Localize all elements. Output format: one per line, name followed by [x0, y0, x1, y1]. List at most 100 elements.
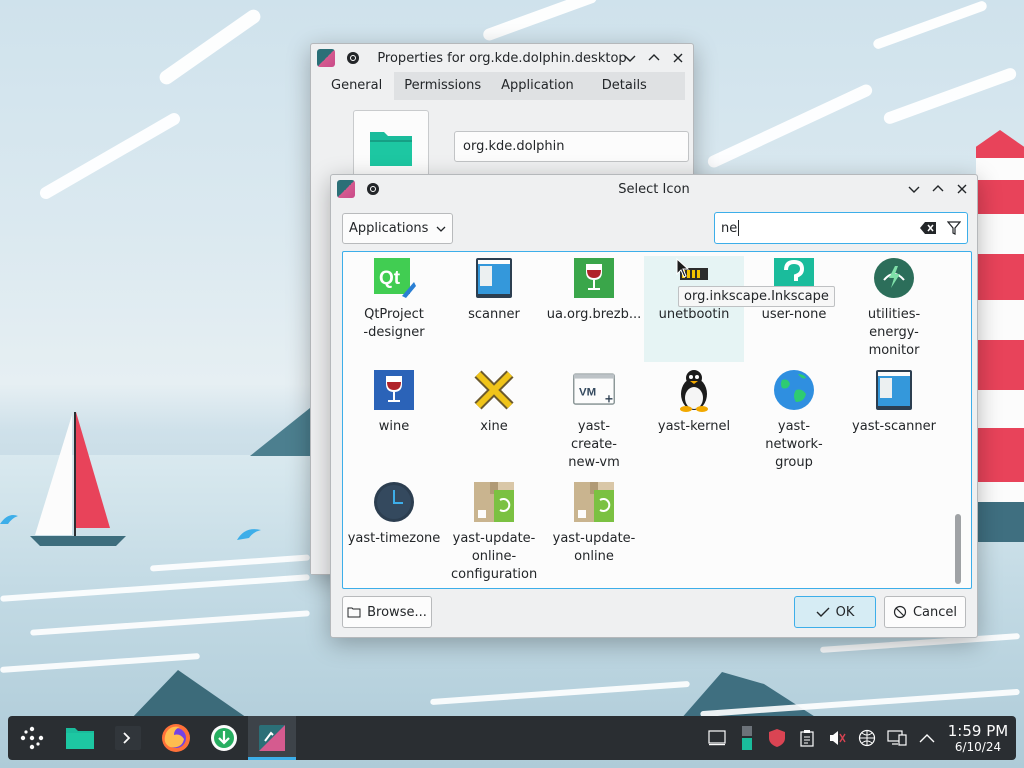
- desktop-file-app-icon: [317, 49, 335, 67]
- chevron-down-icon: [908, 186, 920, 193]
- minimize-button[interactable]: [621, 49, 639, 67]
- icon-item[interactable]: yast-kernel: [644, 368, 744, 436]
- icon-label: scanner: [468, 307, 520, 322]
- dolphin-illustration: [0, 515, 18, 524]
- icon-item[interactable]: yast-update-online: [544, 480, 644, 566]
- icon-item[interactable]: unetbootin: [644, 256, 744, 362]
- display-icon: [887, 730, 907, 746]
- icon-item[interactable]: xine: [444, 368, 544, 436]
- pager-button[interactable]: [736, 726, 758, 750]
- volume-muted-icon: [830, 731, 846, 745]
- clipboard-icon: [800, 730, 814, 747]
- icon-grid[interactable]: Qt QtProject-designer scanner ua.org.bre…: [342, 251, 972, 589]
- clear-text-icon[interactable]: [919, 221, 937, 235]
- globe-icon: [774, 370, 814, 410]
- firefox-icon: [162, 724, 190, 752]
- icon-search-input[interactable]: ne: [714, 212, 968, 244]
- digital-clock[interactable]: 1:59 PM 6/10/24: [946, 721, 1010, 754]
- tray-expander-button[interactable]: [916, 727, 938, 749]
- mouse-cursor-icon: [676, 258, 690, 278]
- show-desktop-button[interactable]: [706, 727, 728, 749]
- icon-label: yast-network-group: [765, 419, 823, 470]
- desktop-file-app-icon: [337, 180, 355, 198]
- xine-icon: [474, 370, 514, 410]
- wine-glass-green-icon: [574, 258, 614, 298]
- virtual-desktop-icon: [742, 726, 752, 750]
- network-tray-button[interactable]: [856, 727, 878, 749]
- checkmark-icon: [816, 607, 830, 617]
- close-icon: [673, 53, 683, 63]
- icon-item[interactable]: utilities-energy-monitor: [844, 256, 944, 360]
- taskbar-dolphin[interactable]: [56, 716, 104, 760]
- icon-label: wine: [378, 419, 410, 434]
- display-tray-button[interactable]: [886, 727, 908, 749]
- tab-general[interactable]: General: [319, 72, 395, 100]
- chevron-up-icon: [932, 185, 944, 192]
- download-icon: [211, 725, 237, 751]
- icon-item[interactable]: scanner: [444, 256, 544, 324]
- close-button[interactable]: [669, 49, 687, 67]
- folder-open-icon: [347, 607, 361, 618]
- security-tray-button[interactable]: [766, 727, 788, 749]
- pin-icon[interactable]: [347, 52, 359, 64]
- icon-label: unetbootin: [658, 307, 730, 322]
- ok-button[interactable]: OK: [794, 596, 876, 628]
- browse-button[interactable]: Browse...: [342, 596, 432, 628]
- chevron-up-icon: [919, 734, 935, 743]
- search-text: ne: [721, 220, 738, 236]
- tab-application[interactable]: Application: [491, 72, 584, 100]
- text-caret: [738, 220, 740, 236]
- folder-icon: [66, 728, 94, 749]
- tab-details[interactable]: Details: [584, 72, 665, 100]
- sailboat-illustration: [30, 412, 126, 546]
- taskbar-konsole[interactable]: [104, 716, 152, 760]
- properties-titlebar[interactable]: Properties for org.kde.dolphin.desktop: [311, 44, 693, 72]
- select-icon-dialog: Select Icon Applications ne Qt QtProject…: [330, 174, 978, 638]
- icon-item[interactable]: ua.org.brezb...: [544, 256, 644, 324]
- tab-permissions[interactable]: Permissions: [394, 72, 491, 100]
- lighthouse-illustration: [976, 130, 1024, 560]
- vm-create-icon: VM: [573, 373, 615, 405]
- pin-icon[interactable]: [367, 183, 379, 195]
- taskbar-firefox[interactable]: [152, 716, 200, 760]
- icon-label: yast-create-new-vm: [568, 419, 620, 470]
- browse-label: Browse...: [367, 604, 427, 620]
- network-globe-icon: [858, 729, 876, 747]
- package-update-icon: [574, 482, 614, 522]
- package-update-icon: [474, 482, 514, 522]
- scrollbar-handle[interactable]: [955, 514, 961, 584]
- desktop-icon: [708, 730, 726, 746]
- volume-tray-button[interactable]: [826, 727, 848, 749]
- maximize-button[interactable]: [645, 49, 663, 67]
- taskbar-updater[interactable]: [200, 716, 248, 760]
- energy-monitor-icon: [874, 258, 914, 298]
- icon-item[interactable]: yast-timezone: [344, 480, 444, 548]
- cancel-button[interactable]: Cancel: [884, 596, 966, 628]
- application-launcher[interactable]: [8, 716, 56, 760]
- minimize-button[interactable]: [905, 180, 923, 198]
- filter-icon[interactable]: [947, 221, 961, 235]
- close-button[interactable]: [953, 180, 971, 198]
- icon-label: yast-scanner: [852, 419, 936, 434]
- icon-label: yast-kernel: [657, 419, 731, 434]
- taskbar-desktop-editor[interactable]: [248, 716, 296, 760]
- taskbar-panel: 1:59 PM 6/10/24: [8, 716, 1016, 760]
- icon-label: xine: [480, 419, 508, 434]
- icon-category-dropdown[interactable]: Applications: [342, 213, 453, 244]
- terminal-icon: [115, 726, 141, 750]
- icon-item[interactable]: yast-scanner: [844, 368, 944, 436]
- name-field[interactable]: org.kde.dolphin: [454, 131, 689, 162]
- icon-item[interactable]: yast-network-group: [744, 368, 844, 472]
- icon-item[interactable]: wine: [344, 368, 444, 436]
- maximize-button[interactable]: [929, 180, 947, 198]
- clipboard-tray-button[interactable]: [796, 727, 818, 749]
- chevron-down-icon: [436, 226, 446, 232]
- clock-time: 1:59 PM: [947, 721, 1009, 740]
- icon-item[interactable]: Qt QtProject-designer: [344, 256, 444, 342]
- tux-icon: [680, 370, 708, 412]
- icon-item[interactable]: yast-update-online-configuration: [444, 480, 544, 584]
- icon-item[interactable]: VM yast-create-new-vm: [544, 368, 644, 472]
- select-icon-titlebar[interactable]: Select Icon: [331, 175, 977, 203]
- desktop-file-app-icon: [259, 725, 285, 751]
- dialog-title: Select Icon: [618, 181, 690, 197]
